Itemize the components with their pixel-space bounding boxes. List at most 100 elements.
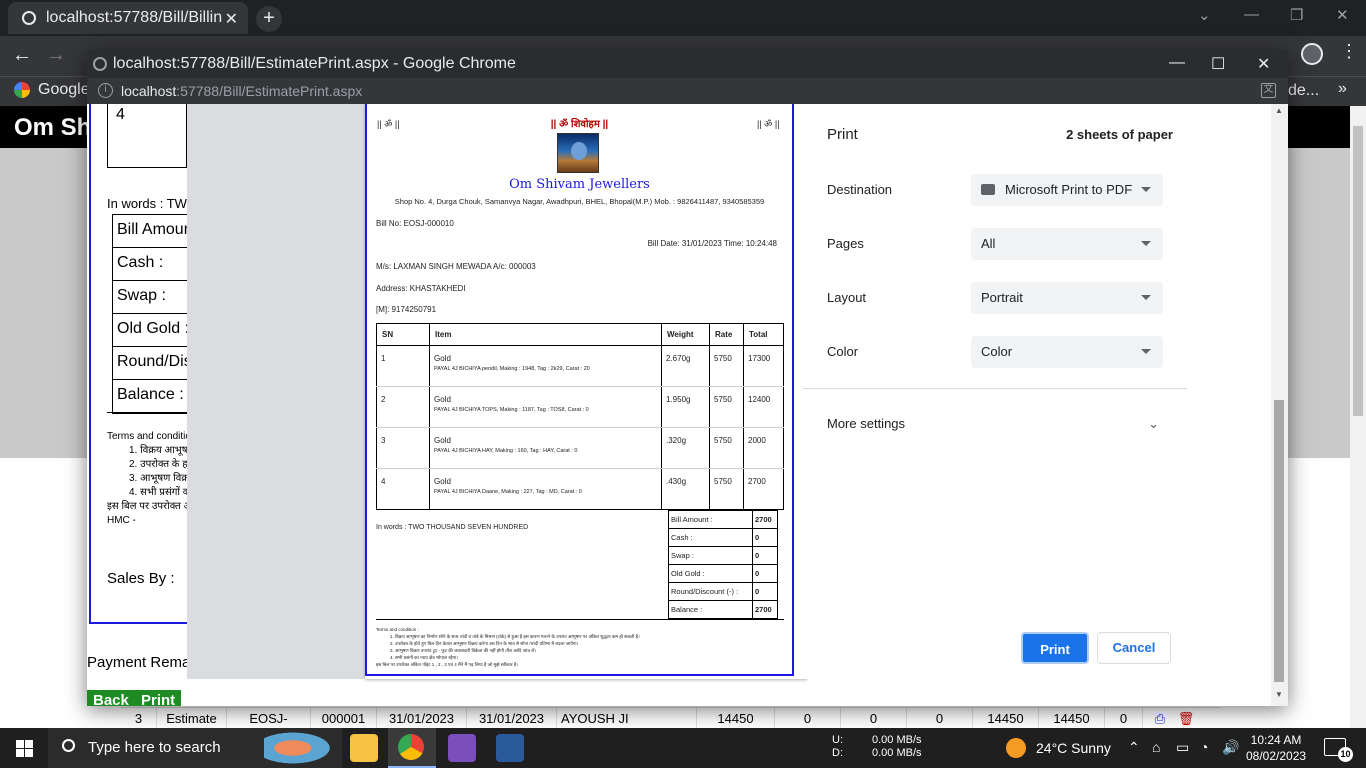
visual-studio-icon[interactable] (448, 734, 476, 762)
scroll-thumb[interactable] (1274, 400, 1284, 682)
amount-value: 0 (752, 564, 778, 583)
tab-search-icon[interactable]: ⌄ (1198, 6, 1211, 24)
maximize-icon[interactable]: ☐ (1211, 54, 1225, 74)
amount-label: Round/Dis (113, 347, 187, 380)
items-table: SN Item Weight Rate Total 1 Gold PAYAL 4J… (376, 323, 784, 510)
sun-icon[interactable] (1006, 738, 1026, 758)
notification-count: 10 (1338, 747, 1353, 762)
cell-item: Gold PAYAL 4J BICHIYA Daane, Making : 227… (429, 468, 662, 510)
clock[interactable]: 10:24 AM 08/02/2023 (1246, 732, 1306, 764)
translate-icon[interactable]: 文 (1261, 83, 1276, 98)
notification-icon[interactable]: 10 (1324, 738, 1353, 762)
upload-speed: 0.00 MB/s (872, 734, 922, 746)
close-window-icon[interactable]: ✕ (1336, 6, 1349, 24)
terms-title: Terms and condition : (376, 627, 419, 632)
color-select[interactable]: Color (971, 336, 1163, 368)
print-row-icon[interactable]: ⎙ (1143, 708, 1177, 730)
cell-weight: 1.950g (661, 386, 710, 428)
shop-address: Shop No. 4, Durga Chouk, Samanvya Nagar,… (394, 197, 765, 206)
cancel-button[interactable]: Cancel (1097, 632, 1171, 664)
battery-icon[interactable]: ▭ (1176, 739, 1189, 756)
delete-row-icon[interactable]: 🗑 (1177, 708, 1195, 730)
terms-note: इस बिल पर उपरोक्त अ (107, 501, 187, 512)
chevron-down-icon[interactable]: ⌄ (1148, 416, 1159, 432)
destination-select[interactable]: Microsoft Print to PDF (971, 174, 1163, 206)
close-window-icon[interactable]: ✕ (1257, 54, 1270, 74)
item-name: Gold (434, 477, 451, 486)
color-label: Color (827, 344, 859, 359)
url-host: localhost (121, 83, 177, 99)
cell-weight: .320g (661, 427, 710, 469)
table-row: 1 Gold PAYAL 4J BICHIYA pendil, Making : … (376, 345, 784, 387)
bookmark-google[interactable]: Google (14, 81, 90, 99)
device-icon[interactable]: ⌂ (1152, 739, 1160, 755)
popup-scrollbar[interactable]: ▲ ▼ (1271, 104, 1288, 706)
print-settings: Print 2 sheets of paper Destination Micr… (803, 104, 1187, 679)
layout-select[interactable]: Portrait (971, 282, 1163, 314)
upload-label: U: (832, 734, 843, 746)
amount-label: Balance : (113, 380, 187, 413)
table-row: 3 Estimate EOSJ- 000001 31/01/2023 31/01… (121, 707, 1221, 730)
print-page-button[interactable]: Print (135, 690, 182, 706)
cell-customer: AYOUSH JI (557, 708, 697, 730)
term-item: 3. आभूषण विक्र (129, 473, 187, 484)
chevron-right-icon[interactable]: » (1338, 80, 1347, 98)
search-placeholder: Type here to search (88, 739, 221, 756)
back-arrow-icon[interactable]: ← (12, 44, 32, 67)
shiva-face (571, 142, 587, 160)
layout-label: Layout (827, 290, 867, 305)
wifi-icon[interactable]: ◔ (1200, 739, 1208, 755)
info-icon[interactable]: i (98, 83, 113, 98)
network-speed: U: D: 0.00 MB/s 0.00 MB/s (832, 734, 922, 760)
weather[interactable]: 24°C Sunny (1036, 740, 1111, 756)
term-item: 3. आभूषण विक्रय उपरांत टूट - फूट की जवाब… (390, 648, 537, 653)
amount-label: Bill Amour (113, 215, 187, 248)
more-settings[interactable]: More settings (827, 416, 905, 431)
print-button[interactable]: Print (1021, 632, 1089, 664)
payment-remark: Payment Rema (87, 654, 191, 671)
back-button[interactable]: Back (87, 690, 135, 706)
amount-value: 2700 (752, 600, 778, 619)
chrome-icon[interactable] (398, 734, 424, 760)
shop-name: Om Shivam Jewellers (509, 177, 650, 192)
minimize-icon[interactable]: — (1244, 6, 1259, 23)
forward-arrow-icon[interactable]: → (46, 44, 66, 67)
scroll-thumb[interactable] (1353, 126, 1363, 416)
pages-select[interactable]: All (971, 228, 1163, 260)
windows-start-icon[interactable] (16, 740, 33, 757)
restore-icon[interactable]: ❐ (1290, 6, 1303, 24)
print-title: Print (827, 126, 858, 143)
browser-tab[interactable]: localhost:57788/Bill/Billin ✕ (8, 2, 248, 34)
scroll-up-icon[interactable]: ▲ (1275, 106, 1283, 115)
table-row: 2 Gold PAYAL 4J BICHIYA TOPS, Making : 11… (376, 386, 784, 428)
url-path: :57788/Bill/EstimatePrint.aspx (176, 83, 363, 99)
popup-body: 4 In words : TW Bill Amour Cash : Swap :… (87, 104, 1288, 706)
file-explorer-icon[interactable] (350, 734, 378, 762)
om-center: || ॐ शिवोहम || (550, 119, 609, 130)
avatar[interactable] (1301, 43, 1323, 65)
cell-total: 2700 (743, 468, 784, 510)
shiva-image (557, 133, 599, 173)
cell-total: 12400 (743, 386, 784, 428)
bill-date: Bill Date: 31/01/2023 Time: 10:24:48 (647, 239, 777, 248)
search-highlight-image[interactable] (264, 730, 336, 766)
cell-sn: 2 (376, 386, 430, 428)
minimize-icon[interactable]: — (1169, 54, 1185, 72)
cell-amount: 14450 (697, 708, 775, 730)
volume-icon[interactable]: 🔊 (1222, 739, 1239, 756)
chevron-up-icon[interactable]: ⌃ (1128, 739, 1140, 756)
menu-icon[interactable]: ⋮ (1340, 41, 1358, 62)
term-item: 1. विक्रय आभूषण (129, 445, 187, 456)
page-scrollbar[interactable] (1350, 106, 1366, 728)
cell-weight: .430g (661, 468, 710, 510)
new-tab-button[interactable]: + (256, 6, 282, 32)
close-tab-icon[interactable]: ✕ (225, 9, 238, 29)
bookmark-truncated[interactable]: de... (1288, 82, 1319, 100)
cell-value: 0 (907, 708, 973, 730)
popup-addressbar[interactable]: i localhost:57788/Bill/EstimatePrint.asp… (87, 78, 1288, 104)
app-icon[interactable] (496, 734, 524, 762)
bookmark-label: Google (38, 81, 90, 98)
amount-label: Cash : (668, 528, 753, 547)
scroll-down-icon[interactable]: ▼ (1275, 690, 1283, 699)
cell-rate: 5750 (709, 386, 744, 428)
